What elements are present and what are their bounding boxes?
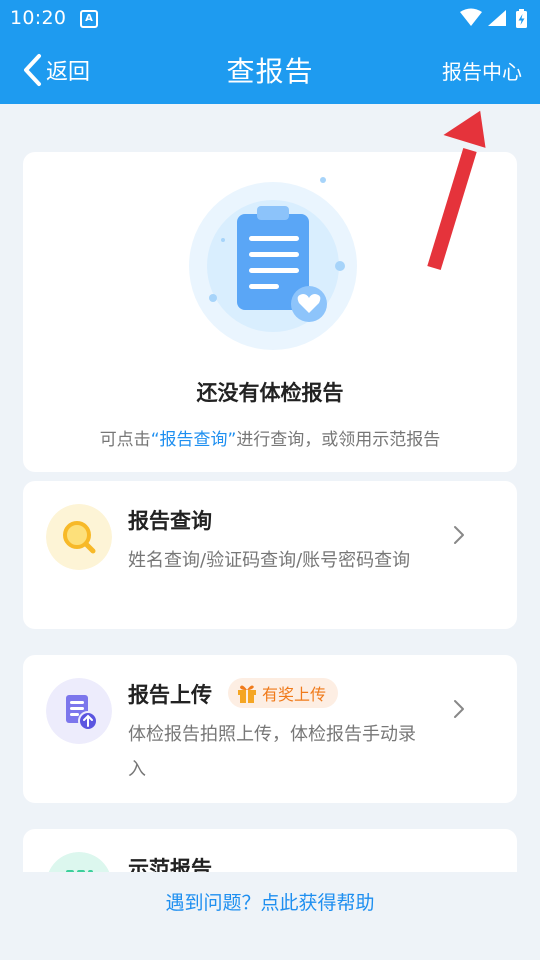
footer: 遇到问题？点此获得帮助 xyxy=(0,872,540,960)
report-upload-card[interactable]: 报告上传 有奖上传 体检报告拍照上传，体检报告手动录入 xyxy=(23,655,517,803)
report-upload-desc: 体检报告拍照上传，体检报告手动录入 xyxy=(128,724,416,780)
hint-suffix: 进行查询，或领用示范报告 xyxy=(236,430,441,450)
gift-icon xyxy=(238,685,256,703)
report-center-link[interactable]: 报告中心 xyxy=(442,56,522,85)
status-time: 10:20 xyxy=(10,7,67,29)
wifi-icon xyxy=(460,8,482,26)
chevron-right-icon xyxy=(454,700,464,718)
upload-document-icon xyxy=(46,678,112,744)
help-link[interactable]: 遇到问题？点此获得帮助 xyxy=(0,888,540,915)
badge-text: 有奖上传 xyxy=(262,685,327,704)
app-notification-icon: A xyxy=(80,10,98,28)
nav-bar: 返回 查报告 报告中心 xyxy=(0,38,540,104)
magnifier-icon xyxy=(46,504,112,570)
status-icons xyxy=(460,8,527,28)
empty-state-title: 还没有体检报告 xyxy=(196,381,344,405)
app-header: 10:20 A 返回 查报告 报告中心 xyxy=(0,0,540,104)
sample-report-card[interactable]: 示范报告 xyxy=(23,829,517,872)
annotation-arrow-icon xyxy=(427,110,486,271)
reward-upload-badge: 有奖上传 xyxy=(228,678,339,708)
sample-report-title: 示范报告 xyxy=(128,857,212,872)
report-query-card[interactable]: 报告查询 姓名查询/验证码查询/账号密码查询 xyxy=(23,481,517,629)
clipboard-heart-illustration xyxy=(189,177,357,350)
status-bar: 10:20 A xyxy=(0,0,540,38)
report-query-desc: 姓名查询/验证码查询/账号密码查询 xyxy=(128,550,411,571)
empty-state-hint: 可点击“报告查询”进行查询，或领用示范报告 xyxy=(23,425,517,450)
hint-prefix: 可点击 xyxy=(99,430,151,450)
report-query-link[interactable]: “报告查询” xyxy=(151,430,237,450)
chevron-right-icon xyxy=(454,526,464,544)
sample-report-icon xyxy=(48,852,110,872)
report-upload-title: 报告上传 xyxy=(128,683,212,707)
report-query-title: 报告查询 xyxy=(128,509,212,533)
signal-icon xyxy=(488,10,506,26)
